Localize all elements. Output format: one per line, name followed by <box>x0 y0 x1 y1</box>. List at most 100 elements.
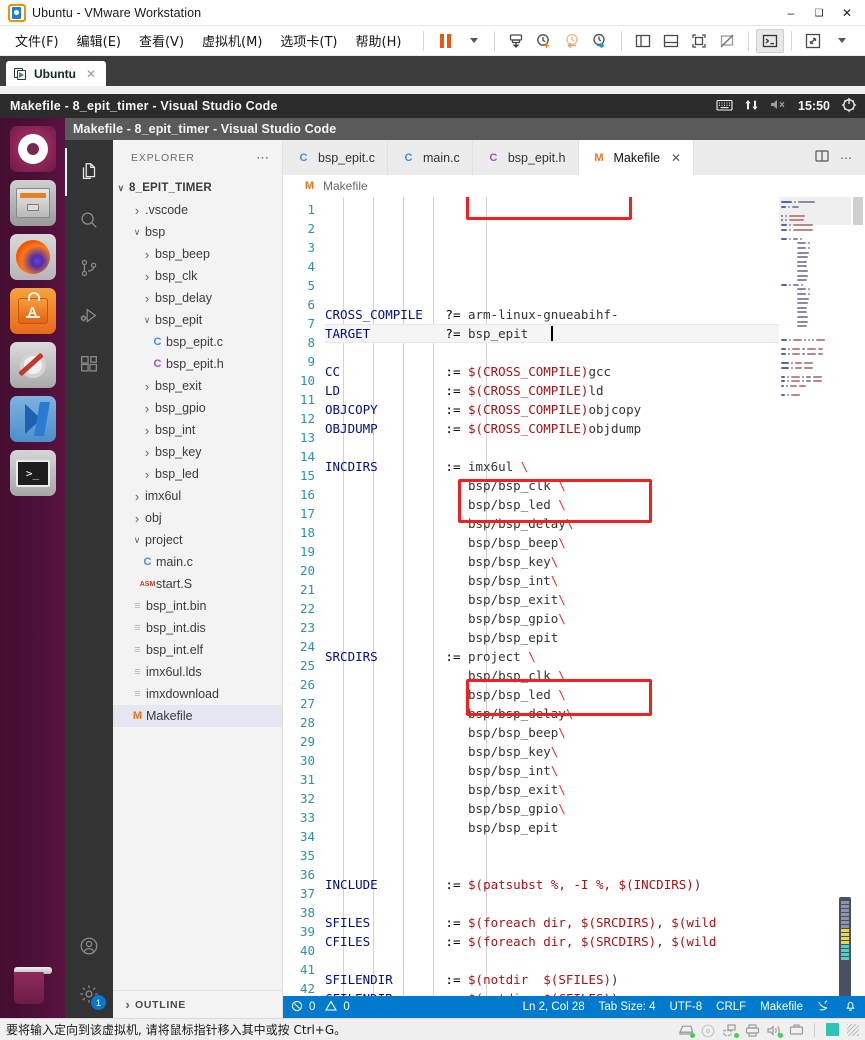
minimap[interactable] <box>779 197 851 996</box>
code-line[interactable]: bsp/bsp_beep\ <box>325 533 779 552</box>
tree-item-makefile[interactable]: M Makefile <box>113 705 282 727</box>
clipboard-icon[interactable] <box>826 1023 839 1036</box>
menu-edit[interactable]: 编辑(E) <box>68 27 130 54</box>
show-sidebar-icon[interactable] <box>629 29 657 53</box>
code-line[interactable]: bsp/bsp_exit\ <box>325 590 779 609</box>
snapshot-take-icon[interactable] <box>502 29 530 53</box>
code-line[interactable]: INCLUDE := $(patsubst %, -I %, $(INCDIRS… <box>325 875 779 894</box>
snapshot-manager-icon[interactable] <box>530 29 558 53</box>
tab-size[interactable]: Tab Size: 4 <box>599 1001 656 1013</box>
terminal-icon[interactable] <box>756 28 785 53</box>
code-line[interactable]: bsp/bsp_int\ <box>325 571 779 590</box>
eol-mode[interactable]: CRLF <box>716 1001 746 1013</box>
activity-explorer[interactable] <box>65 148 113 196</box>
code-line[interactable]: LD := $(CROSS_COMPILE)ld <box>325 381 779 400</box>
code-line[interactable]: CROSS_COMPILE ?= arm-linux-gnueabihf- <box>325 305 779 324</box>
code-line[interactable]: bsp/bsp_key\ <box>325 552 779 571</box>
close-button[interactable]: ✕ <box>833 1 861 25</box>
cursor-position[interactable]: Ln 2, Col 28 <box>523 1001 585 1013</box>
tree-item-obj[interactable]: obj <box>113 507 282 529</box>
maximize-button[interactable]: ❑ <box>805 1 833 25</box>
tree-item-bsp-beep[interactable]: bsp_beep <box>113 243 282 265</box>
code-line[interactable] <box>325 951 779 970</box>
hard-disk-icon[interactable] <box>679 1024 695 1038</box>
network-icon[interactable] <box>723 1023 739 1038</box>
dock-firefox[interactable] <box>9 234 56 280</box>
code-line[interactable]: bsp/bsp_key\ <box>325 742 779 761</box>
code-editor[interactable]: 1 2 3 4 5 6 7 8 9 10 11 12 13 14 15 16 17 18 19 20 21 22 23 24 2… <box>283 197 865 996</box>
tree-item-bsp-key[interactable]: bsp_key <box>113 441 282 463</box>
code-line[interactable]: CFILES := $(foreach dir, $(SRCDIRS), $(w… <box>325 932 779 951</box>
code-line[interactable]: SFILES := $(foreach dir, $(SRCDIRS), $(w… <box>325 913 779 932</box>
fullscreen-icon[interactable] <box>799 29 827 53</box>
dock-terminal[interactable]: >_ <box>9 450 56 496</box>
code-line[interactable]: bsp/bsp_epit <box>325 628 779 647</box>
code-line[interactable] <box>325 837 779 856</box>
code-line[interactable]: OBJDUMP := $(CROSS_COMPILE)objdump <box>325 419 779 438</box>
code-line[interactable]: SFILENDIR := $(notdir $(SFILES)) <box>325 970 779 989</box>
tree-item-bsp-gpio[interactable]: bsp_gpio <box>113 397 282 419</box>
keyboard-icon[interactable] <box>716 98 733 114</box>
code-line[interactable]: bsp/bsp_clk \ <box>325 476 779 495</box>
cd-drive-icon[interactable] <box>701 1024 715 1037</box>
editor-tab-makefile[interactable]: M Makefile ✕ <box>578 140 695 175</box>
tree-item-bsp-int-bin[interactable]: ≡ bsp_int.bin <box>113 595 282 617</box>
tree-item-bsp-epit[interactable]: bsp_epit <box>113 309 282 331</box>
tree-item-imxdownload[interactable]: ≡ imxdownload <box>113 683 282 705</box>
vm-tab-ubuntu[interactable]: Ubuntu ✕ <box>6 61 106 86</box>
activity-settings[interactable]: 1 <box>65 970 113 1018</box>
tree-item-bsp-int-dis[interactable]: ≡ bsp_int.dis <box>113 617 282 639</box>
code-line[interactable] <box>325 438 779 457</box>
dock-files[interactable] <box>9 180 56 226</box>
menu-view[interactable]: 查看(V) <box>130 27 193 54</box>
revert-snapshot-icon[interactable] <box>558 29 586 53</box>
network-updown-icon[interactable] <box>744 98 759 115</box>
code-line[interactable]: bsp/bsp_beep\ <box>325 723 779 742</box>
code-line[interactable]: TARGET ?= bsp_epit <box>325 324 779 343</box>
dock-trash[interactable] <box>10 962 56 1008</box>
code-line[interactable]: bsp/bsp_delay\ <box>325 704 779 723</box>
code-line[interactable]: bsp/bsp_clk \ <box>325 666 779 685</box>
dock-software[interactable]: A <box>9 288 56 334</box>
tree-item-bsp-epit-h[interactable]: Cbsp_epit.h <box>113 353 282 375</box>
editor-tab-bsp_epit-c[interactable]: Cbsp_epit.c <box>283 140 388 175</box>
volume-muted-icon[interactable] <box>770 98 787 114</box>
tree-item-start-s[interactable]: ASM start.S <box>113 573 282 595</box>
tree-item-imx6ul[interactable]: imx6ul <box>113 485 282 507</box>
menu-vm[interactable]: 虚拟机(M) <box>193 27 271 54</box>
activity-scm[interactable] <box>65 244 113 292</box>
code-line[interactable]: CFILENDIR := $(notdir $(CFILES)) <box>325 989 779 996</box>
code-line[interactable]: INCDIRS := imx6ul \ <box>325 457 779 476</box>
clock[interactable]: 15:50 <box>798 99 830 113</box>
tree-item-bsp-delay[interactable]: bsp_delay <box>113 287 282 309</box>
usb-icon[interactable] <box>789 1023 804 1036</box>
code-line[interactable]: bsp/bsp_exit\ <box>325 780 779 799</box>
more-actions-icon[interactable]: ⋯ <box>840 151 853 165</box>
tweet-feedback-icon[interactable] <box>817 999 830 1015</box>
code-line[interactable]: bsp/bsp_int\ <box>325 761 779 780</box>
code-line[interactable]: OBJCOPY := $(CROSS_COMPILE)objcopy <box>325 400 779 419</box>
code-line[interactable]: CC := $(CROSS_COMPILE)gcc <box>325 362 779 381</box>
tree-item-bsp-exit[interactable]: bsp_exit <box>113 375 282 397</box>
printer-icon[interactable] <box>745 1023 760 1037</box>
code-content[interactable]: CROSS_COMPILE ?= arm-linux-gnueabihf- TAR… <box>325 197 779 996</box>
status-problems[interactable]: 0 0 <box>291 1000 350 1015</box>
code-line[interactable] <box>325 894 779 913</box>
sound-icon[interactable] <box>767 1024 783 1038</box>
code-line[interactable]: bsp/bsp_gpio\ <box>325 609 779 628</box>
vm-tab-close-icon[interactable]: ✕ <box>86 67 96 81</box>
tree-item-main-c[interactable]: Cmain.c <box>113 551 282 573</box>
tree-item-imx6ul-lds[interactable]: ≡ imx6ul.lds <box>113 661 282 683</box>
language-mode[interactable]: Makefile <box>760 1001 803 1013</box>
code-line[interactable]: SRCDIRS := project \ <box>325 647 779 666</box>
code-line[interactable]: bsp/bsp_led \ <box>325 495 779 514</box>
split-editor-icon[interactable] <box>814 148 830 167</box>
tree-item-bsp[interactable]: bsp <box>113 221 282 243</box>
tree-item-bsp-int[interactable]: bsp_int <box>113 419 282 441</box>
tree-item-bsp-int-elf[interactable]: ≡ bsp_int.elf <box>113 639 282 661</box>
tree-root-8-epit-timer[interactable]: 8_EPIT_TIMER <box>113 177 282 199</box>
activity-extensions[interactable] <box>65 340 113 388</box>
editor-tab-main-c[interactable]: Cmain.c <box>387 140 473 175</box>
no-display-icon[interactable] <box>713 29 741 53</box>
notifications-bell-icon[interactable] <box>844 999 857 1015</box>
